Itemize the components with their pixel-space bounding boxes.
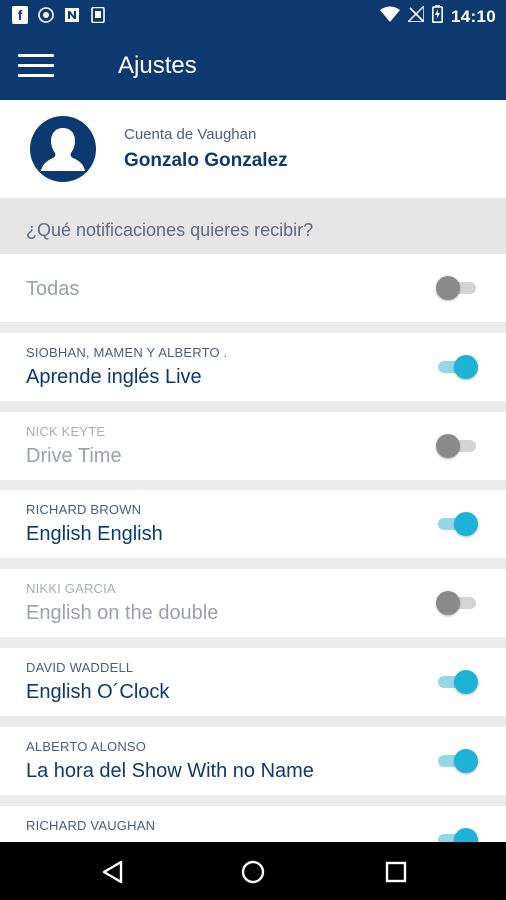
row-presenter: RICHARD BROWN <box>26 502 142 517</box>
hamburger-icon-line <box>18 74 54 77</box>
page-title: Ajustes <box>118 52 197 79</box>
toggle-switch[interactable] <box>438 748 478 774</box>
notification-row[interactable]: NICK KEYTE Drive Time <box>0 412 506 480</box>
status-bar-system: 14:10 <box>380 4 496 28</box>
phone-app-icon <box>90 6 106 24</box>
app-bar: Ajustes <box>0 30 506 100</box>
row-program-title: Todas <box>26 278 80 300</box>
clock-time: 14:10 <box>451 6 496 26</box>
section-title: ¿Qué notificaciones quieres recibir? <box>26 220 314 240</box>
status-bar: f 14:10 <box>0 0 506 30</box>
no-signal-icon <box>406 4 425 27</box>
row-program-title: English English <box>26 523 163 545</box>
notification-row[interactable]: RICHARD VAUGHAN <box>0 806 506 842</box>
row-program-title: Drive Time <box>26 445 122 467</box>
toggle-switch[interactable] <box>438 354 478 380</box>
recents-square-icon[interactable] <box>383 859 409 885</box>
toggle-switch[interactable] <box>438 827 478 842</box>
hamburger-icon-line <box>18 64 54 67</box>
home-circle-icon[interactable] <box>240 859 266 885</box>
notifications-section-header: ¿Qué notificaciones quieres recibir? <box>0 198 506 254</box>
toggle-switch[interactable] <box>438 511 478 537</box>
notification-row[interactable]: ALBERTO ALONSO La hora del Show With no … <box>0 727 506 795</box>
n-app-icon <box>64 6 80 24</box>
back-triangle-icon[interactable] <box>100 859 126 885</box>
row-program-title: Aprende inglés Live <box>26 366 202 388</box>
notification-row-todas[interactable]: Todas <box>0 254 506 322</box>
row-program-title: English on the double <box>26 602 219 624</box>
hamburger-icon-line <box>18 54 54 57</box>
battery-icon <box>432 5 444 28</box>
notification-row[interactable]: DAVID WADDELL English O´Clock <box>0 648 506 716</box>
row-presenter: ALBERTO ALONSO <box>26 739 147 754</box>
row-presenter: NIKKI GARCIA <box>26 581 116 596</box>
wifi-icon <box>380 6 401 27</box>
hamburger-menu-button[interactable] <box>18 54 54 78</box>
row-program-title: La hora del Show With no Name <box>26 760 314 782</box>
row-program-title: English O´Clock <box>26 681 170 703</box>
toggle-switch[interactable] <box>436 433 476 459</box>
system-nav-bar <box>0 842 506 900</box>
row-presenter: RICHARD VAUGHAN <box>26 818 156 833</box>
notification-row[interactable]: RICHARD BROWN English English <box>0 490 506 558</box>
account-label: Cuenta de Vaughan <box>124 126 257 143</box>
notification-row[interactable]: NIKKI GARCIA English on the double <box>0 569 506 637</box>
toggle-switch[interactable] <box>436 275 476 301</box>
account-header: Cuenta de Vaughan Gonzalo Gonzalez <box>0 100 506 198</box>
row-presenter: DAVID WADDELL <box>26 660 134 675</box>
account-name: Gonzalo Gonzalez <box>124 150 288 171</box>
facebook-icon: f <box>12 6 28 24</box>
status-bar-notifications: f <box>12 6 106 24</box>
row-presenter: SIOBHAN, MAMEN Y ALBERTO . <box>26 345 228 360</box>
toggle-switch[interactable] <box>438 669 478 695</box>
row-presenter: NICK KEYTE <box>26 424 106 439</box>
toggle-switch[interactable] <box>436 590 476 616</box>
notification-row[interactable]: SIOBHAN, MAMEN Y ALBERTO . Aprende inglé… <box>0 333 506 401</box>
shield-icon <box>38 6 54 24</box>
user-silhouette-icon <box>30 116 96 182</box>
